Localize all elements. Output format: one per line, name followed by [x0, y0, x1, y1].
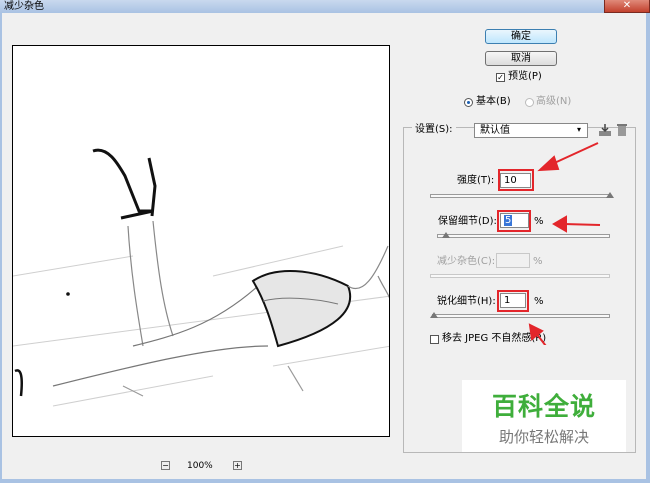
preserve-label: 保留细节(D): — [438, 216, 497, 227]
minus-icon: − — [162, 461, 169, 470]
cancel-button[interactable]: 取消 — [485, 51, 557, 66]
basic-radio[interactable] — [464, 98, 473, 107]
preview-checkbox[interactable]: ✓ — [496, 73, 505, 82]
sharpen-label: 锐化细节(H): — [437, 296, 496, 307]
watermark-title: 百科全说 — [491, 392, 596, 421]
zoom-level: 100% — [187, 461, 213, 471]
basic-label: 基本(B) — [476, 96, 511, 107]
settings-value: 默认值 — [480, 125, 510, 136]
reduce-color-label: 减少杂色(C): — [437, 256, 496, 267]
window-frame-right — [646, 13, 650, 483]
jpeg-checkbox[interactable] — [430, 335, 439, 344]
title-bar — [0, 0, 650, 13]
advanced-label: 高级(N) — [536, 96, 572, 107]
ok-button[interactable]: 确定 — [485, 29, 557, 44]
preview-canvas[interactable] — [12, 45, 390, 437]
window-frame-bottom — [0, 479, 650, 483]
watermark-subtitle: 助你轻松解决 — [498, 428, 589, 446]
chevron-down-icon: ▾ — [577, 125, 582, 134]
preview-label: 预览(P) — [508, 71, 542, 82]
advanced-radio[interactable] — [525, 98, 534, 107]
plus-icon: + — [234, 461, 241, 470]
zoom-out-button[interactable]: − — [161, 461, 170, 470]
preserve-slider-thumb[interactable] — [441, 232, 450, 238]
annotation-arrows — [528, 142, 601, 345]
close-icon: ✕ — [622, 0, 632, 11]
window-title: 减少杂色 — [4, 1, 44, 12]
watermark-panel: 百科全说 助你轻松解决 — [462, 380, 626, 452]
settings-label: 设置(S): — [412, 124, 456, 136]
strength-label: 强度(T): — [457, 175, 495, 186]
check-icon: ✓ — [497, 73, 504, 82]
window-frame-left — [0, 13, 2, 483]
zoom-in-button[interactable]: + — [233, 461, 242, 470]
close-button[interactable]: ✕ — [604, 0, 650, 13]
sharpen-slider-thumb[interactable] — [429, 312, 438, 318]
preview-image — [13, 148, 389, 407]
